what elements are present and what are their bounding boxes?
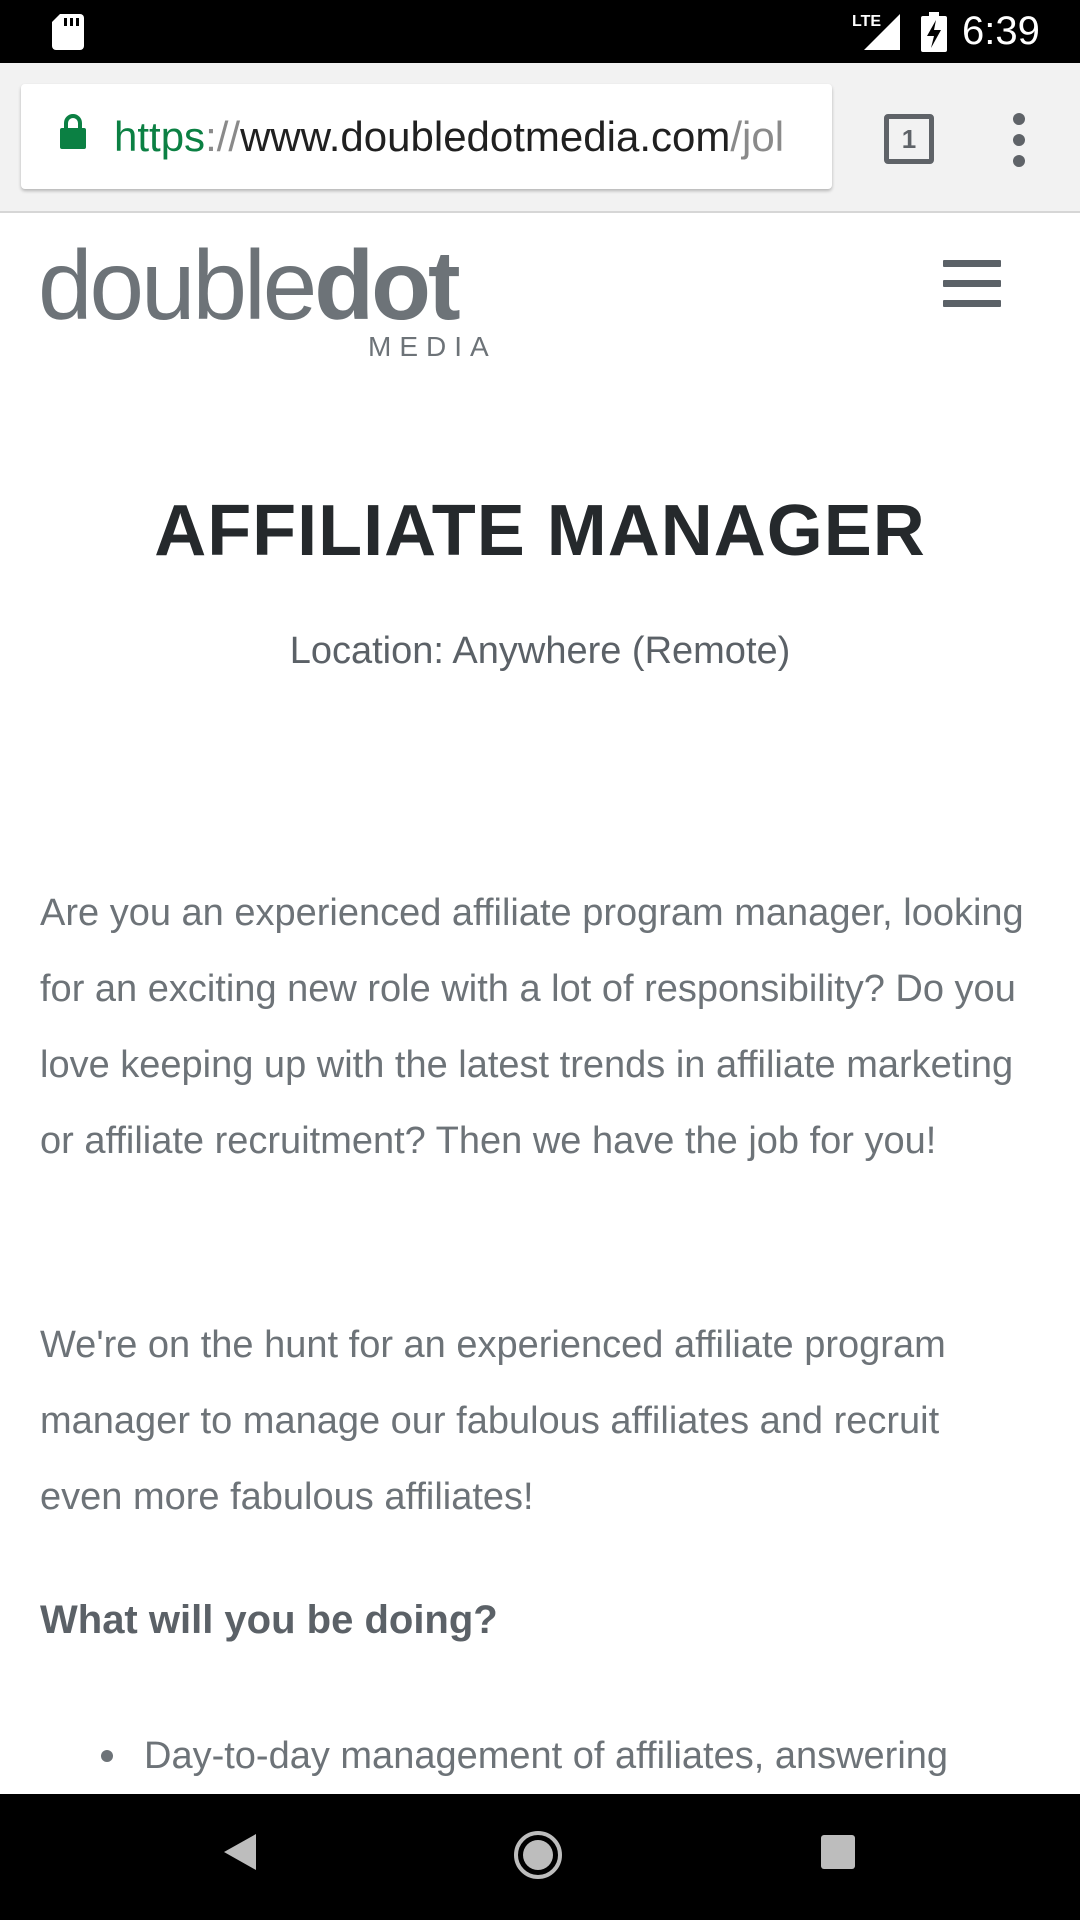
logo-word-light: double	[38, 230, 317, 340]
url-text[interactable]: https://www.doubledotmedia.com/jol	[114, 84, 832, 189]
url-host: www.doubledotmedia.com	[240, 113, 731, 160]
menu-dot-icon	[1013, 155, 1025, 167]
job-title: AFFILIATE MANAGER	[154, 491, 926, 571]
duties-list: Day-to-day management of affiliates, ans…	[40, 1718, 1040, 1794]
hamburger-menu-icon[interactable]	[943, 260, 1003, 307]
url-separator: ://	[205, 113, 241, 160]
list-item-text: Day-to-day management of affiliates, ans…	[144, 1735, 949, 1777]
logo-word-bold: dot	[314, 230, 460, 340]
intro-paragraph: Are you an experienced affiliate program…	[40, 892, 1024, 1162]
menu-dot-icon	[1013, 113, 1025, 125]
site-logo[interactable]: doubledot MEDIA	[38, 235, 498, 365]
home-icon[interactable]	[513, 1830, 563, 1880]
sd-card-icon	[52, 14, 84, 50]
browser-toolbar: https://www.doubledotmedia.com/jol 1	[0, 63, 1080, 213]
logo-wordmark: doubledot	[38, 235, 461, 335]
url-path: /jol	[730, 113, 785, 160]
url-bar[interactable]: https://www.doubledotmedia.com/jol	[21, 84, 832, 189]
svg-text:LTE: LTE	[852, 13, 881, 30]
tab-switcher-button[interactable]: 1	[884, 114, 934, 164]
hiring-paragraph: We're on the hunt for an experienced aff…	[40, 1324, 946, 1518]
status-bar: LTE 6:39	[0, 0, 1080, 63]
browser-menu-button[interactable]	[1004, 113, 1034, 169]
lte-signal-icon: LTE	[852, 13, 900, 50]
section-heading: What will you be doing?	[40, 1598, 498, 1642]
url-scheme: https	[114, 113, 206, 160]
system-nav-bar	[0, 1794, 1080, 1920]
job-location: Location: Anywhere (Remote)	[289, 630, 791, 672]
battery-charging-icon	[921, 12, 947, 52]
logo-subtitle: MEDIA	[368, 331, 497, 362]
back-icon[interactable]	[222, 1832, 258, 1872]
bullet-icon	[101, 1750, 113, 1762]
status-time: 6:39	[962, 9, 1040, 53]
recent-apps-icon[interactable]	[821, 1835, 855, 1869]
menu-dot-icon	[1013, 134, 1025, 146]
lock-icon	[60, 114, 86, 149]
list-item: Day-to-day management of affiliates, ans…	[40, 1718, 1040, 1794]
